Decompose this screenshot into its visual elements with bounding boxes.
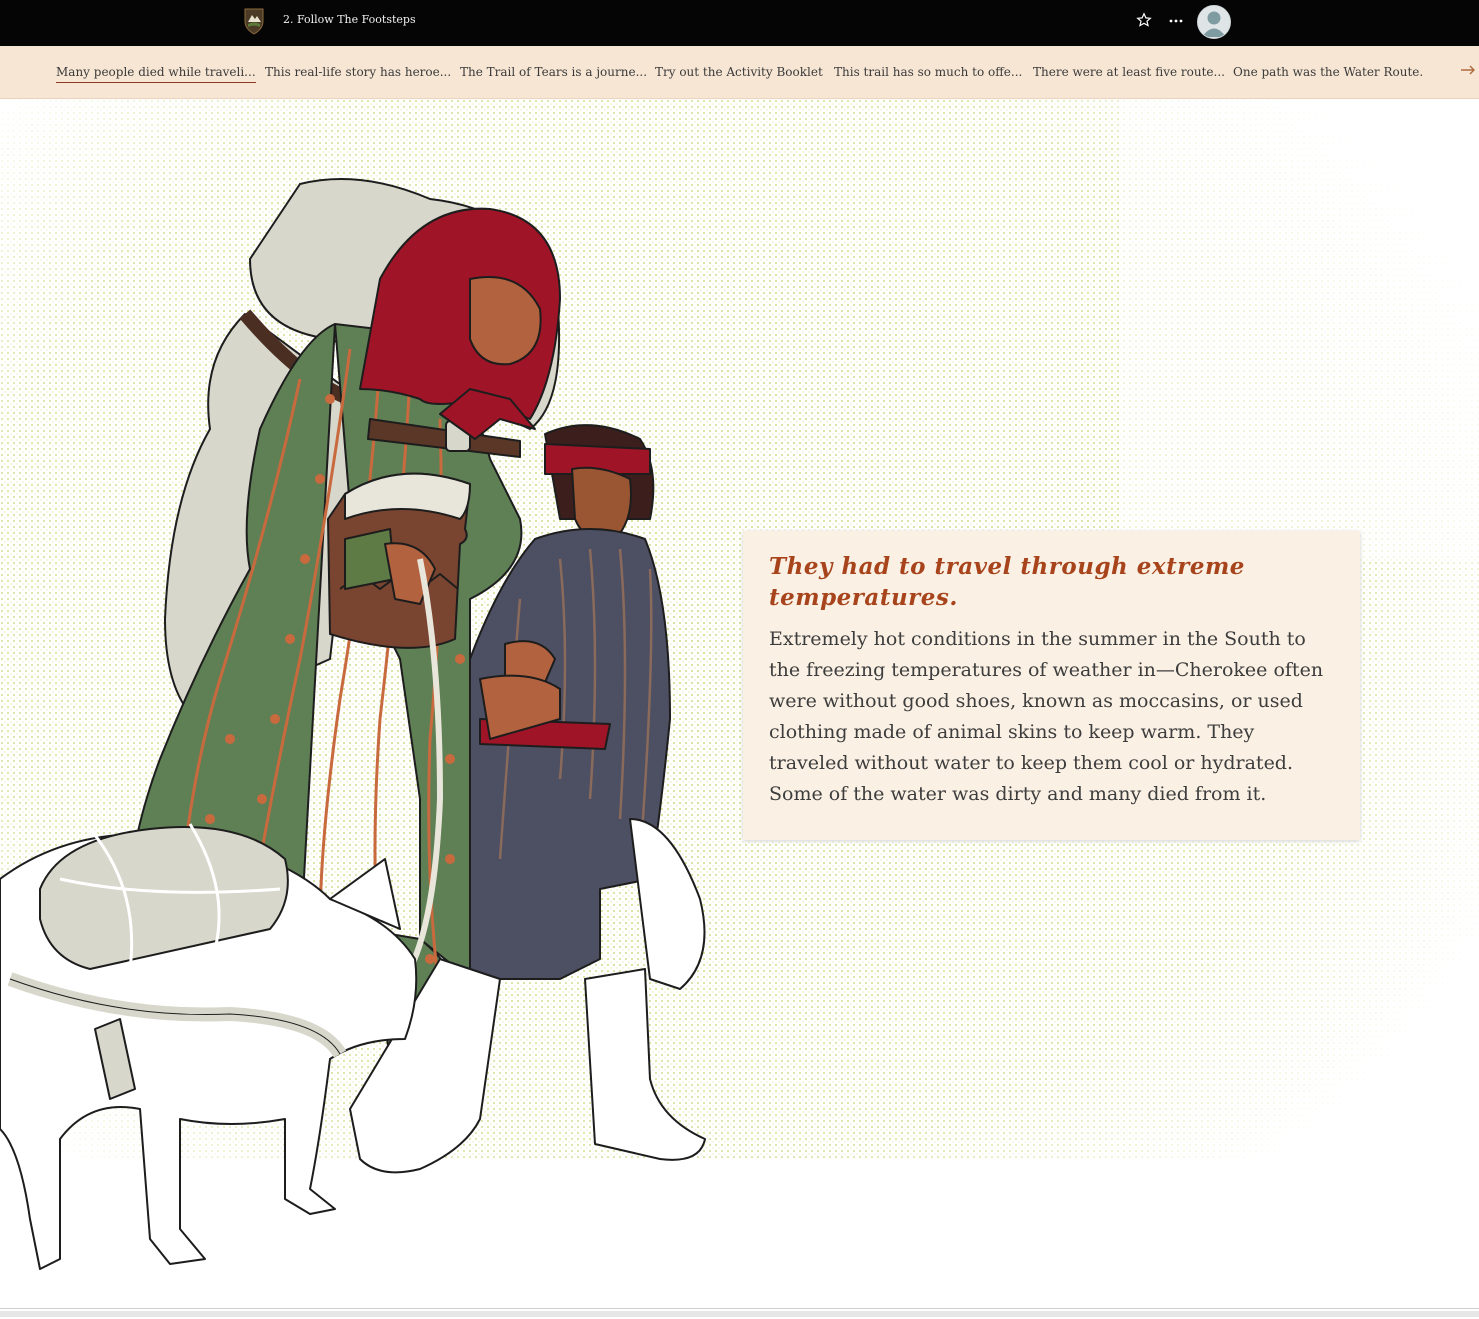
top-bar: 2. Follow The Footsteps bbox=[0, 0, 1479, 46]
story-section: They had to travel through extreme tempe… bbox=[0, 99, 1479, 1308]
story-text-card: They had to travel through extreme tempe… bbox=[743, 531, 1360, 840]
story-title[interactable]: 2. Follow The Footsteps bbox=[283, 13, 416, 26]
arrow-right-icon[interactable] bbox=[1460, 62, 1476, 78]
nav-item-2[interactable]: This real-life story has heroe... bbox=[265, 65, 451, 82]
star-icon[interactable] bbox=[1136, 12, 1152, 28]
nps-arrowhead-logo[interactable] bbox=[243, 7, 265, 35]
horizontal-scrollbar[interactable] bbox=[0, 1308, 1479, 1319]
scrollbar-thumb[interactable] bbox=[0, 1311, 1479, 1317]
nav-item-3[interactable]: The Trail of Tears is a journe... bbox=[460, 65, 647, 82]
nav-item-4[interactable]: Try out the Activity Booklet bbox=[655, 65, 823, 82]
nav-item-6[interactable]: There were at least five route... bbox=[1033, 65, 1225, 82]
more-icon[interactable] bbox=[1168, 12, 1184, 28]
nav-item-5[interactable]: This trail has so much to offe... bbox=[834, 65, 1022, 82]
nav-item-1[interactable]: Many people died while traveli... bbox=[56, 65, 256, 83]
nav-item-7[interactable]: One path was the Water Route. bbox=[1233, 65, 1423, 82]
avatar[interactable] bbox=[1197, 5, 1231, 39]
cherokee-family-illustration bbox=[0, 178, 706, 1270]
user-avatar-icon bbox=[1202, 11, 1226, 37]
card-heading: They had to travel through extreme tempe… bbox=[769, 553, 1245, 611]
story-navigation: Many people died while traveli... This r… bbox=[0, 46, 1479, 99]
card-body: Extremely hot conditions in the summer i… bbox=[769, 628, 1324, 805]
